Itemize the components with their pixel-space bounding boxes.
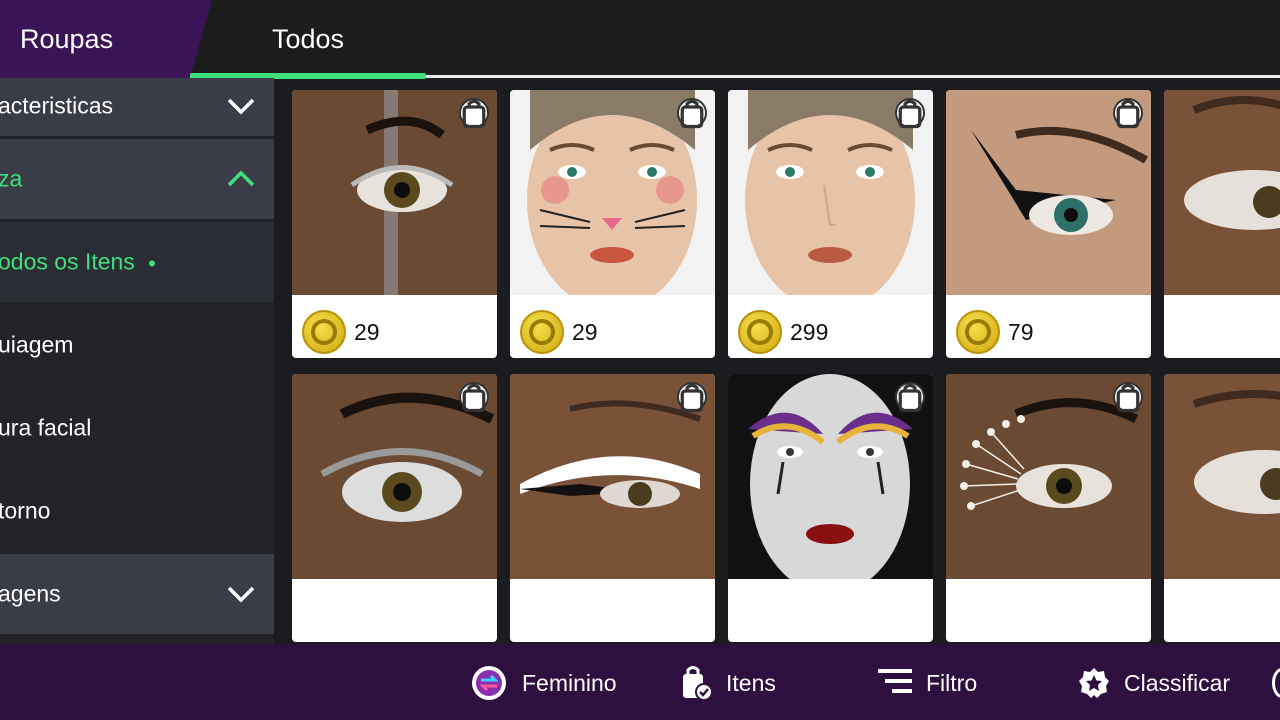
item-card[interactable] [292,374,497,642]
item-card[interactable]: 29 [510,90,715,358]
price-tag [738,594,746,638]
sidebar-item-tatuagens[interactable]: agens [0,554,274,634]
item-thumbnail [728,90,933,295]
price-tag [520,594,528,638]
item-thumbnail [292,374,497,579]
sidebar-item-label: agens [0,580,61,607]
item-thumbnail [510,90,715,295]
item-thumbnail [1164,90,1280,295]
chevron-down-icon [227,98,255,115]
item-thumbnail [946,374,1151,579]
item-thumbnail [292,90,497,295]
filter-button[interactable]: Filtro [878,666,977,700]
sidebar-item-caracteristicas[interactable]: acteristicas [0,78,274,136]
price-tag [302,594,310,638]
coin-icon [302,310,346,354]
price-value: 29 [354,318,380,345]
sidebar-item-label-wrap: odos os Itens [0,249,155,276]
more-icon[interactable] [1272,668,1280,698]
item-card[interactable] [728,374,933,642]
bag-check-icon [1113,382,1143,412]
bag-check-icon [677,98,707,128]
tab-todos[interactable]: Todos [190,0,426,78]
sidebar-item-label: acteristicas [0,92,114,119]
item-card[interactable] [1164,90,1280,358]
sidebar-item-maquiagem[interactable]: uiagem [0,305,274,385]
bag-check-icon [895,98,925,128]
item-grid: 29 29 299 79 [292,90,1280,644]
bag-check-icon [459,382,489,412]
price-tag: 299 [738,310,828,354]
sort-button[interactable]: Classificar [1078,666,1230,700]
star-badge-icon [1079,668,1109,698]
sort-label: Classificar [1124,669,1231,696]
coin-icon [956,310,1000,354]
coin-icon [520,310,564,354]
item-thumbnail [946,90,1151,295]
items-button[interactable]: Itens [680,666,776,701]
price-tag [1174,594,1182,638]
item-thumbnail [1164,374,1280,579]
sidebar-item-label: odos os Itens [0,248,135,275]
filter-icon [878,669,912,693]
price-tag: 29 [302,310,380,354]
price-tag [956,594,964,638]
sidebar-item-contorno[interactable]: torno [0,471,274,551]
tab-roupas[interactable]: Roupas [0,0,212,78]
bag-check-icon [683,666,712,701]
category-sidebar[interactable]: acteristicas za odos os Itens uiagem ura… [0,78,274,644]
items-label: Itens [726,669,776,696]
item-card[interactable] [510,374,715,642]
active-dot-icon [148,260,155,267]
filter-label: Filtro [926,669,978,696]
gender-toggle-button[interactable]: Feminino [470,666,617,700]
price-value: 29 [572,318,598,345]
price-value: 79 [1008,318,1034,345]
gender-toggle-label: Feminino [522,669,617,696]
chevron-up-icon [227,170,255,187]
bag-check-icon [895,382,925,412]
sidebar-item-label: za [0,165,23,192]
tab-roupas-label: Roupas [20,24,114,54]
sidebar-item-beleza[interactable]: za [0,139,274,219]
swap-gender-icon [472,666,506,700]
price-value: 299 [790,318,829,345]
tab-todos-label: Todos [271,24,345,54]
price-tag [1174,310,1182,354]
sidebar-item-label: torno [0,497,51,524]
item-card[interactable]: 29 [292,90,497,358]
bag-check-icon [459,98,489,128]
item-card[interactable] [1164,374,1280,642]
chevron-down-icon [227,586,255,603]
sidebar-item-pintura-facial[interactable]: ura facial [0,388,274,468]
item-thumbnail [510,374,715,579]
sidebar-item-label: ura facial [0,414,92,441]
sidebar-item-label: uiagem [0,331,74,358]
item-card[interactable]: 79 [946,90,1151,358]
item-thumbnail [728,374,933,579]
bag-check-icon [677,382,707,412]
coin-icon [738,310,782,354]
item-card[interactable] [946,374,1151,642]
bag-check-icon [1113,98,1143,128]
price-tag: 79 [956,310,1034,354]
price-tag: 29 [520,310,598,354]
item-card[interactable]: 299 [728,90,933,358]
sidebar-item-todos-os-itens[interactable]: odos os Itens [0,222,274,302]
top-tab-bar: Roupas Todos [0,0,1280,79]
bottom-toolbar: Feminino Itens Filtro Classificar [0,644,1280,720]
